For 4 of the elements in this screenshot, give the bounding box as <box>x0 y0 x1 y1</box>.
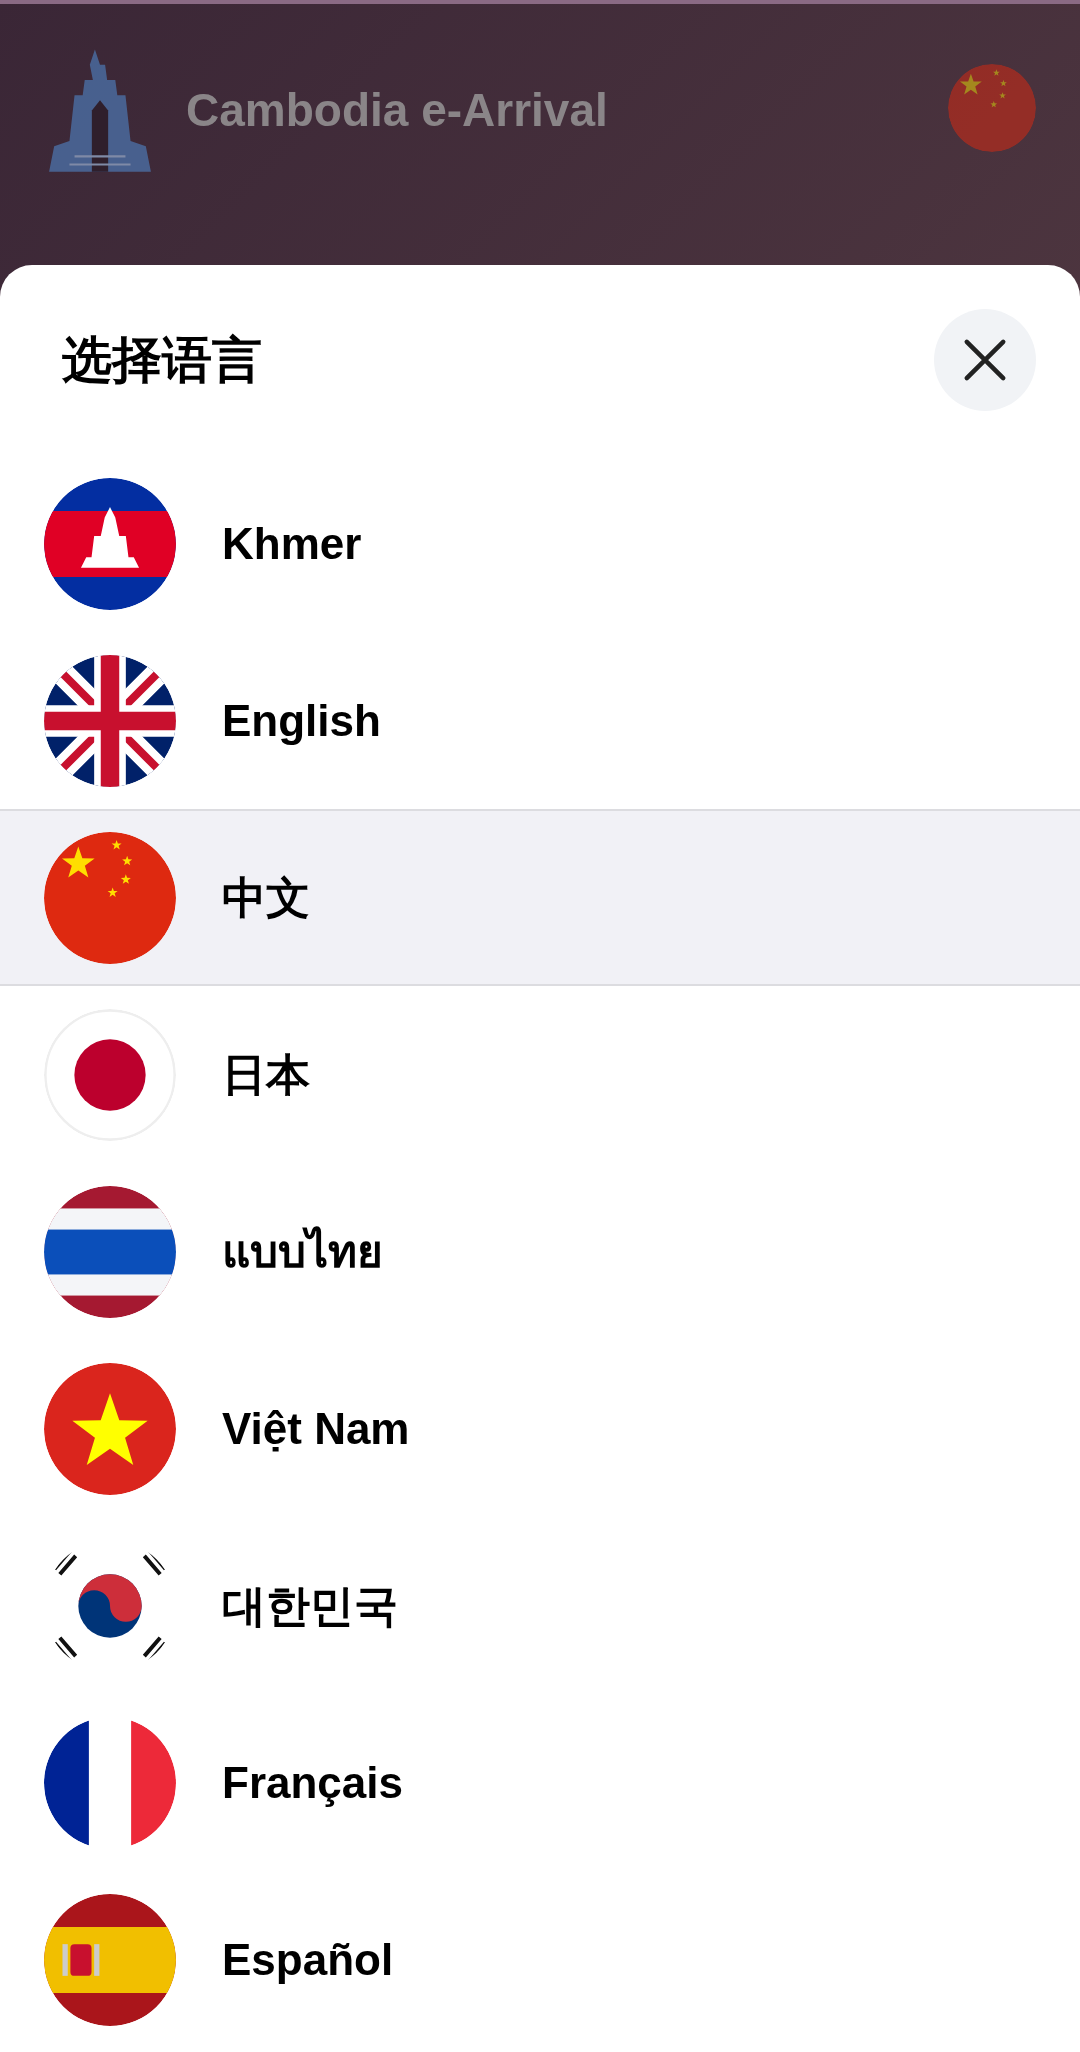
sheet-title: 选择语言 <box>62 330 262 390</box>
app-title: Cambodia e-Arrival <box>186 83 609 138</box>
flag-icon <box>44 1008 176 1141</box>
language-option[interactable]: 中文 <box>0 809 1080 986</box>
